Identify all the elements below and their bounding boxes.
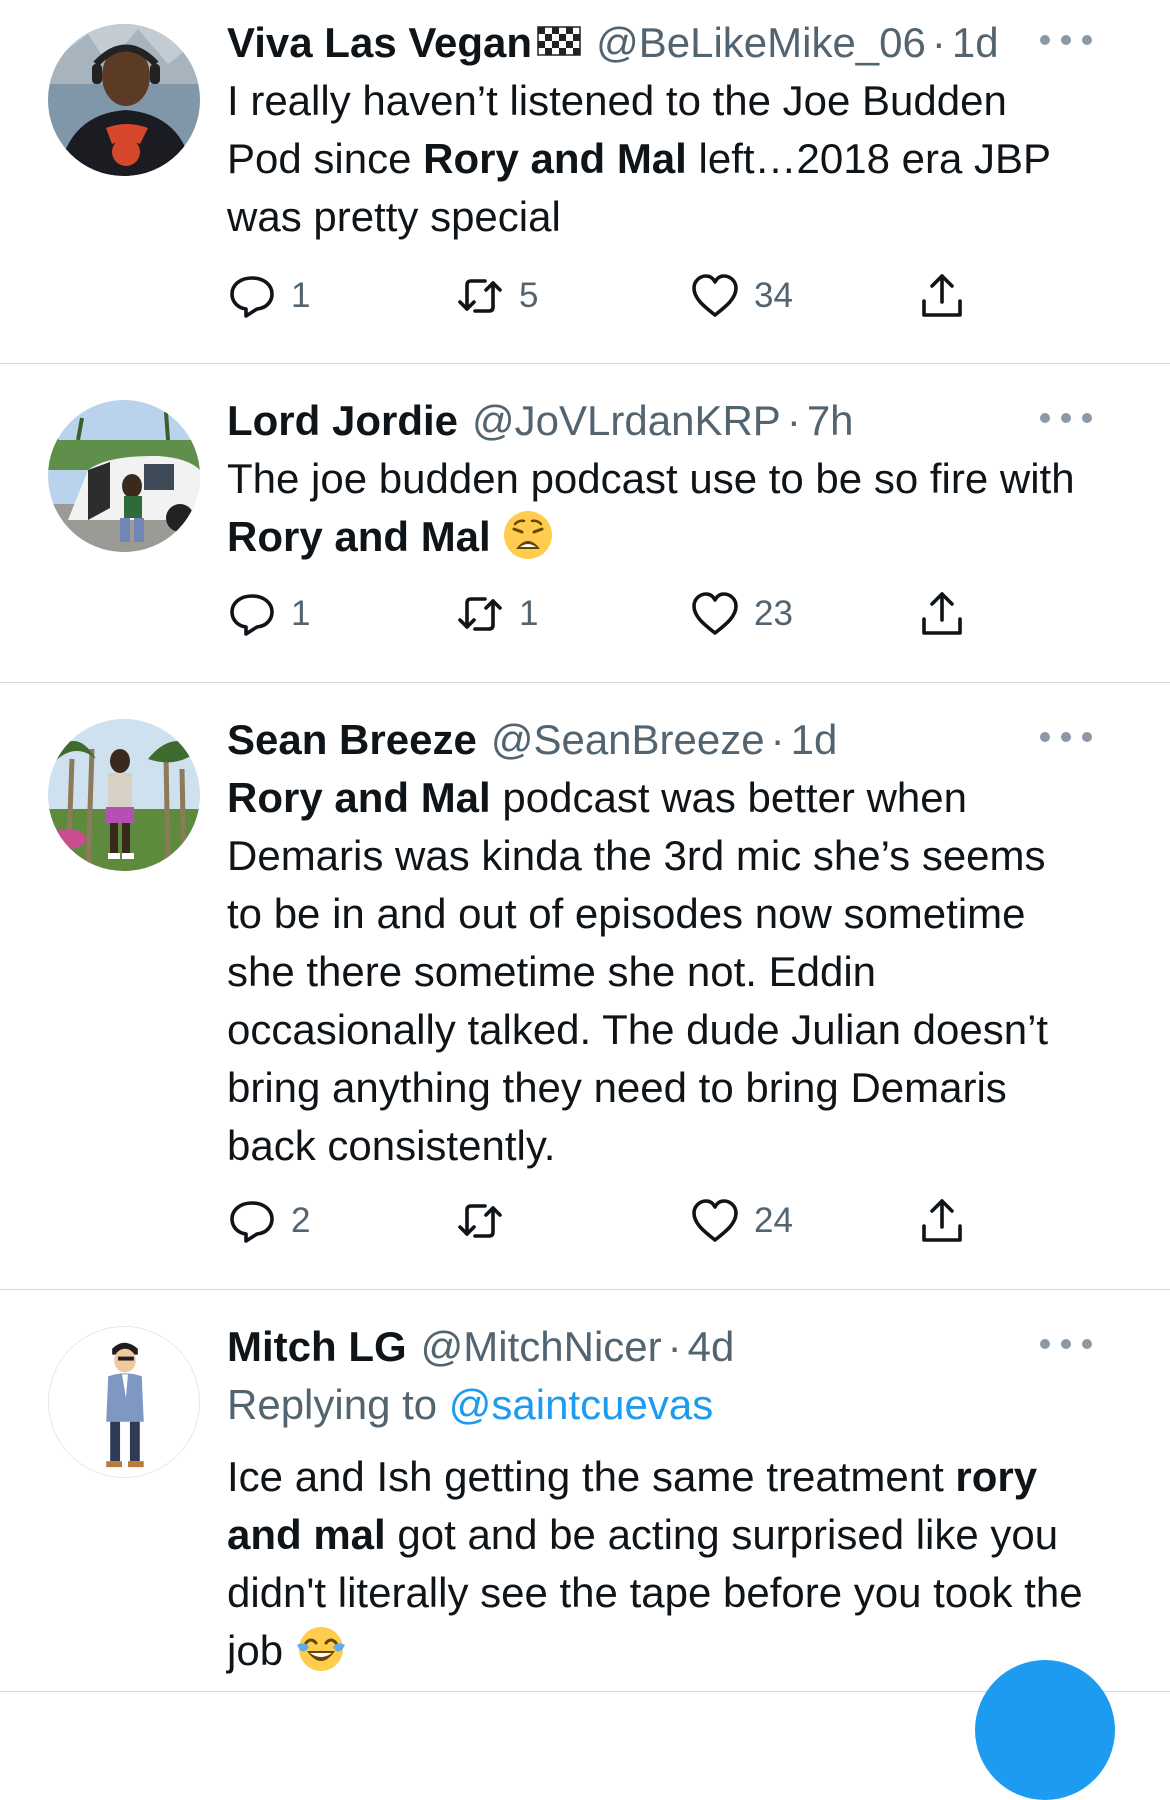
like-count: 34 [754,276,793,315]
timestamp[interactable]: 1d [952,14,999,72]
timestamp[interactable]: 7h [807,392,854,450]
tweet[interactable]: Sean Breeze @SeanBreeze · 1d Rory and Ma… [0,683,1170,1290]
heart-icon [692,592,738,635]
user-handle[interactable]: @SeanBreeze [491,711,765,769]
bold-text: Rory and Mal [423,135,687,182]
avatar[interactable] [48,400,200,552]
like-button[interactable]: 23 [690,584,793,644]
retweet-count: 1 [519,594,539,633]
like-count: 24 [754,1201,793,1240]
like-count: 23 [754,594,793,633]
weary-face-emoji [504,511,553,559]
tweet[interactable]: Lord Jordie @JoVLrdanKRP · 7h The joe bu… [0,364,1170,683]
reply-button[interactable]: 2 [227,1191,310,1251]
share-icon [922,592,962,635]
reply-icon [230,276,274,318]
chequered-flag-icon [537,26,581,56]
separator-dot: · [786,397,801,444]
heart-icon [692,274,738,317]
bold-text: Rory and Mal [227,513,491,560]
heart-icon [692,1199,738,1242]
share-button[interactable] [917,266,967,326]
reply-icon [230,1201,274,1243]
separator-dot: · [931,19,946,66]
tweet[interactable]: Mitch LG @MitchNicer · 4d Replying to @s… [0,1290,1170,1692]
share-icon [922,1199,962,1242]
reply-button[interactable]: 1 [227,266,310,326]
reply-count: 1 [291,594,311,633]
retweet-icon [458,597,502,631]
tweet[interactable]: Viva Las Vegan @BeLikeMike_06 · 1d I rea… [0,0,1170,364]
tweet-actions: 1 5 34 [227,266,987,326]
retweet-button[interactable] [455,1191,519,1251]
tweet-actions: 1 1 23 [227,584,987,644]
replying-to: Replying to @saintcuevas [227,1381,714,1428]
tweet-header: Mitch LG @MitchNicer · 4d [227,1318,1092,1376]
retweet-button[interactable]: 5 [455,266,538,326]
tweet-text: Ice and Ish getting the same treatment r… [227,1453,1083,1674]
user-handle[interactable]: @BeLikeMike_06 [596,14,926,72]
compose-tweet-button[interactable] [975,1660,1115,1800]
display-name[interactable]: Lord Jordie [227,392,458,450]
like-button[interactable]: 24 [690,1191,793,1251]
reply-button[interactable]: 1 [227,584,310,644]
reply-count: 1 [291,276,311,315]
retweet-button[interactable]: 1 [455,584,538,644]
face-with-tears-of-joy-emoji [296,1627,345,1671]
tweet-header: Sean Breeze @SeanBreeze · 1d [227,711,1092,769]
tweet-text: The joe budden podcast use to be so fire… [227,455,1075,560]
timestamp[interactable]: 4d [688,1318,735,1376]
reply-count: 2 [291,1201,311,1240]
retweet-count: 5 [519,276,539,315]
replying-to-mention[interactable]: @saintcuevas [449,1381,713,1428]
more-options-icon[interactable] [1040,30,1092,50]
tweet-text: Rory and Mal podcast was better when Dem… [227,774,1049,1169]
user-handle[interactable]: @JoVLrdanKRP [472,392,781,450]
avatar[interactable] [48,719,200,871]
display-name[interactable]: Viva Las Vegan [227,14,532,72]
retweet-icon [458,1204,502,1238]
avatar[interactable] [48,24,200,176]
share-icon [922,274,962,317]
tweet-actions: 2 24 [227,1191,987,1251]
like-button[interactable]: 34 [690,266,793,326]
tweet-text: I really haven’t listened to the Joe Bud… [227,77,1051,240]
display-name[interactable]: Sean Breeze [227,711,477,769]
more-options-icon[interactable] [1040,1334,1092,1354]
share-button[interactable] [917,584,967,644]
timestamp[interactable]: 1d [791,711,838,769]
reply-icon [230,594,274,636]
more-options-icon[interactable] [1040,727,1092,747]
separator-dot: · [770,716,785,763]
tweet-header: Viva Las Vegan @BeLikeMike_06 · 1d [227,14,1092,72]
user-handle[interactable]: @MitchNicer [421,1318,662,1376]
avatar[interactable] [48,1326,200,1478]
bold-text: Rory and Mal [227,774,491,821]
separator-dot: · [667,1323,682,1370]
tweet-header: Lord Jordie @JoVLrdanKRP · 7h [227,392,1092,450]
more-options-icon[interactable] [1040,408,1092,428]
display-name[interactable]: Mitch LG [227,1318,407,1376]
share-button[interactable] [917,1191,967,1251]
retweet-icon [458,279,502,313]
